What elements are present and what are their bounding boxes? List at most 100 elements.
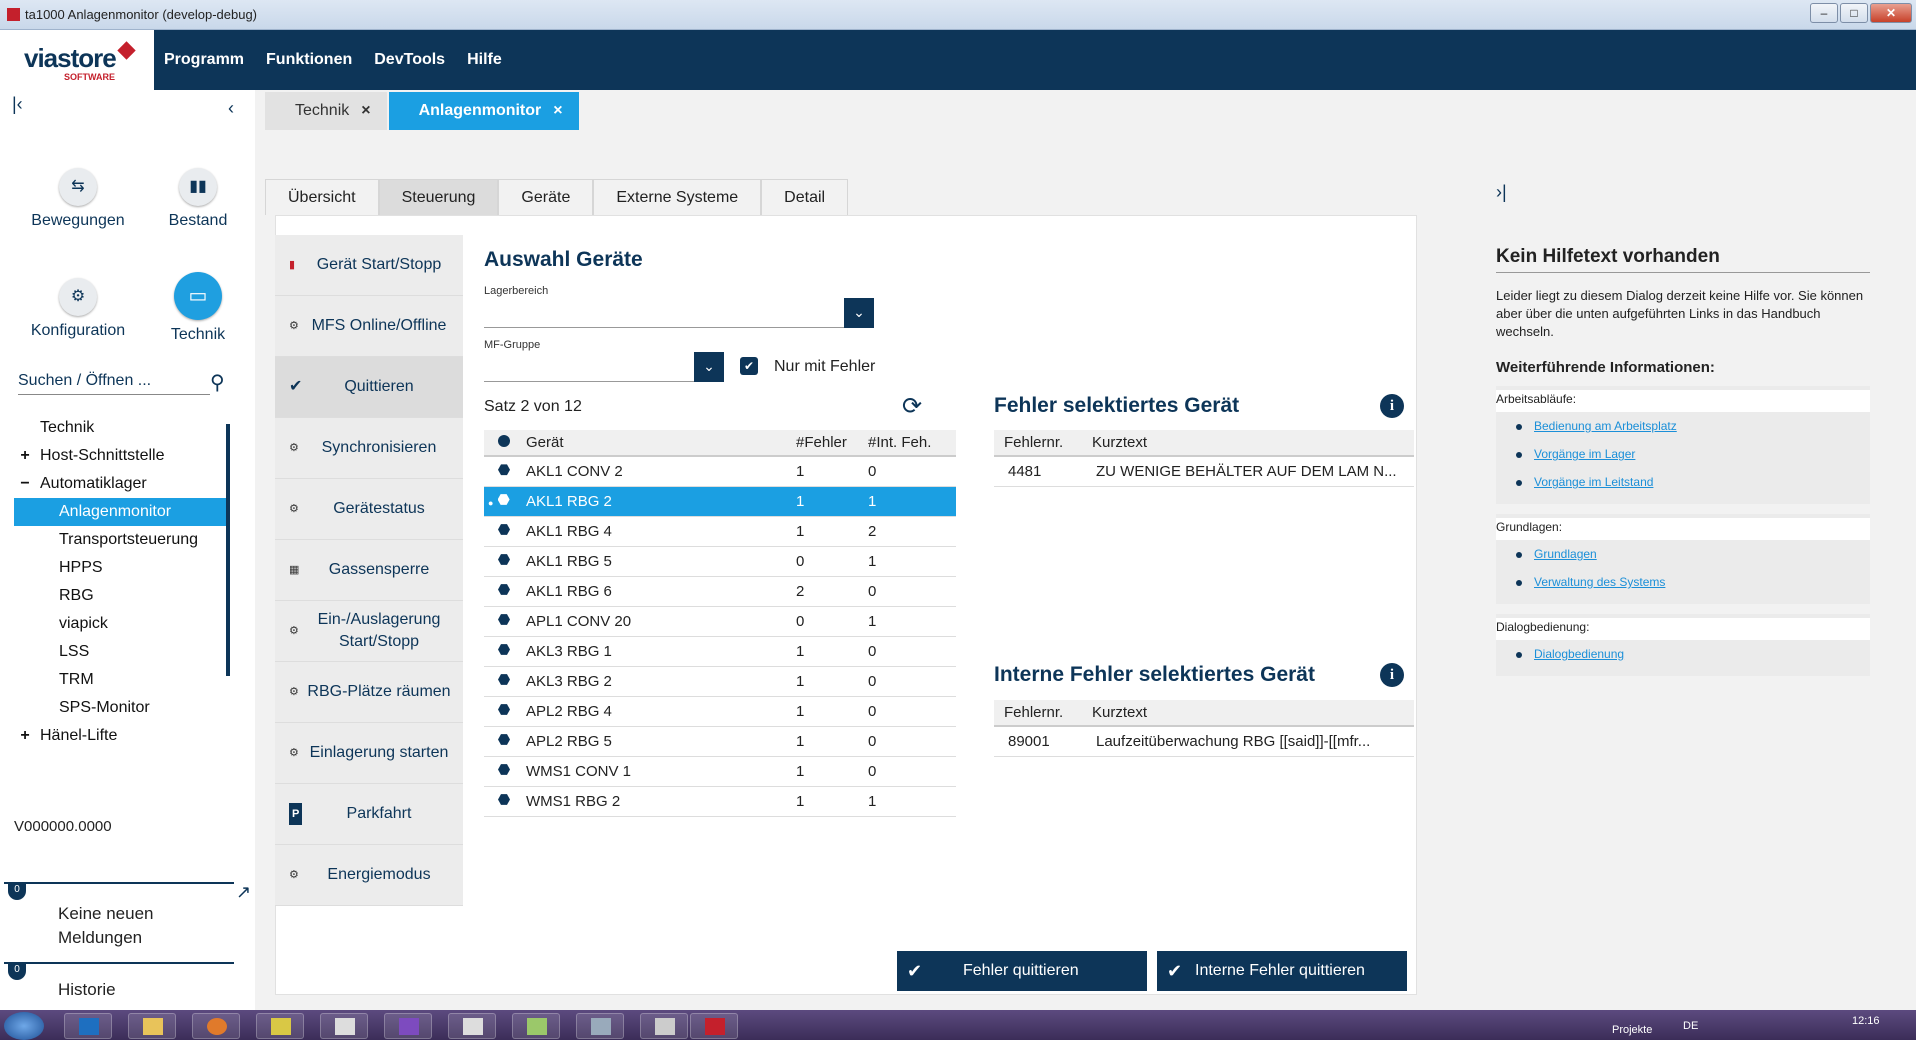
table-row[interactable]: APL2 RBG 510 — [484, 726, 956, 757]
taskbar-ta1000[interactable] — [690, 1013, 738, 1039]
nav-geraetestatus[interactable]: ⚙ Gerätestatus — [275, 479, 463, 540]
col-fehler[interactable]: #Fehler — [790, 430, 862, 457]
table-row[interactable]: 4481 ZU WENIGE BEHÄLTER AUF DEM LAM N... — [994, 456, 1414, 487]
taskbar-outlook[interactable] — [64, 1013, 112, 1039]
tree-expander[interactable]: + — [18, 722, 32, 750]
tree-item[interactable]: + Host-Schnittstelle — [14, 442, 228, 470]
tree-item[interactable]: − Automatiklager — [14, 470, 228, 498]
tile-technik[interactable]: ▭ Technik — [143, 272, 253, 344]
tree-expander[interactable]: + — [18, 442, 32, 470]
fehler-quittieren-button[interactable]: ✔ Fehler quittieren — [897, 951, 1147, 991]
taskbar-app[interactable] — [448, 1013, 496, 1039]
tree-item[interactable]: + Hänel-Lifte — [14, 722, 228, 750]
minimize-button[interactable]: ‒ — [1810, 3, 1838, 23]
taskbar-app[interactable] — [320, 1013, 368, 1039]
tree-item[interactable]: RBG — [14, 582, 228, 610]
tree-item[interactable]: Technik — [14, 414, 228, 442]
table-row[interactable]: 89001 Laufzeitüberwachung RBG [[said]]-[[… — [994, 726, 1414, 757]
help-link[interactable]: Verwaltung des Systems — [1516, 568, 1870, 596]
tile-bewegungen[interactable]: ⇆ Bewegungen — [23, 168, 133, 230]
taskbar-notepad[interactable] — [512, 1013, 560, 1039]
menu-funktionen[interactable]: Funktionen — [266, 51, 352, 69]
nav-quittieren[interactable]: ✔ Quittieren — [275, 357, 463, 418]
table-row[interactable]: APL1 CONV 20 0 1 — [484, 606, 956, 637]
info-icon[interactable]: i — [1380, 394, 1404, 418]
table-row[interactable]: WMS1 CONV 110 — [484, 756, 956, 787]
expand-arrow-icon[interactable]: ↗ — [236, 882, 251, 903]
refresh-icon[interactable]: ⟳ — [902, 392, 922, 421]
tree-scrollbar[interactable] — [226, 424, 230, 676]
nav-mfs-online-offline[interactable]: ⚙ MFS Online/Offline — [275, 296, 463, 357]
maximize-button[interactable]: □ — [1840, 3, 1868, 23]
nav-synchronisieren[interactable]: ⚙ Synchronisieren — [275, 418, 463, 479]
tab-externe-systeme[interactable]: Externe Systeme — [593, 179, 762, 215]
taskbar-visual-studio[interactable] — [384, 1013, 432, 1039]
help-link[interactable]: Grundlagen — [1516, 540, 1870, 568]
select-all-icon[interactable] — [484, 430, 520, 457]
table-row[interactable]: WMS1 RBG 211 — [484, 786, 956, 817]
tree-item[interactable]: LSS — [14, 638, 228, 666]
taskbar-firefox[interactable] — [192, 1013, 240, 1039]
tile-konfiguration[interactable]: ⚙ Konfiguration — [23, 278, 133, 340]
taskbar-tool[interactable] — [256, 1013, 304, 1039]
info-icon[interactable]: i — [1380, 663, 1404, 687]
tab-geraete[interactable]: Geräte — [498, 179, 594, 215]
help-link[interactable]: Vorgänge im Lager — [1516, 440, 1870, 468]
help-link[interactable]: Dialogbedienung — [1516, 640, 1870, 668]
col-fehlernr[interactable]: Fehlernr. — [994, 700, 1082, 727]
chevron-down-icon[interactable]: ⌄ — [844, 298, 874, 328]
table-row[interactable]: AKL1 RBG 501 — [484, 546, 956, 577]
close-button[interactable]: ✕ — [1870, 3, 1912, 23]
nav-parkfahrt[interactable]: P Parkfahrt — [275, 784, 463, 845]
nav-ein-auslagerung[interactable]: ⚙ Ein-/Auslagerung Start/Stopp — [275, 601, 463, 662]
collapse-all-icon[interactable]: |‹ — [12, 94, 23, 115]
menu-programm[interactable]: Programm — [164, 51, 244, 69]
col-fehlernr[interactable]: Fehlernr. — [994, 430, 1082, 457]
tree-expander[interactable]: − — [18, 470, 32, 498]
table-row[interactable]: AKL1 CONV 210 — [484, 456, 956, 487]
close-tab-icon[interactable]: × — [553, 102, 562, 119]
nav-rbg-plaetze-raeumen[interactable]: ⚙ RBG-Plätze räumen — [275, 662, 463, 723]
nav-geraet-start-stopp[interactable]: ▮ Gerät Start/Stopp — [275, 235, 463, 296]
table-row[interactable]: APL2 RBG 410 — [484, 696, 956, 727]
table-row[interactable]: AKL1 RBG 620 — [484, 576, 956, 607]
menu-hilfe[interactable]: Hilfe — [467, 51, 502, 69]
tile-bestand[interactable]: ▮▮ Bestand — [143, 168, 253, 230]
nur-mit-fehler-checkbox[interactable]: ✔ — [740, 357, 758, 375]
col-geraet[interactable]: Gerät — [520, 430, 790, 457]
table-row[interactable]: AKL3 RBG 210 — [484, 666, 956, 697]
taskbar-explorer[interactable] — [128, 1013, 176, 1039]
messages-panel[interactable]: 0 Keine neuen Meldungen ↗ — [4, 882, 251, 964]
tree-item[interactable]: SPS-Monitor — [14, 694, 228, 722]
collapse-help-icon[interactable]: ›| — [1496, 182, 1507, 203]
table-row[interactable]: AKL1 RBG 412 — [484, 516, 956, 547]
nav-energiemodus[interactable]: ⚙ Energiemodus — [275, 845, 463, 906]
tab-steuerung[interactable]: Steuerung — [378, 179, 499, 215]
table-row-selected[interactable]: ● AKL1 RBG 211 — [484, 486, 956, 517]
col-int-fehler[interactable]: #Int. Feh. — [862, 430, 956, 457]
interne-fehler-quittieren-button[interactable]: ✔ Interne Fehler quittieren — [1157, 951, 1407, 991]
help-link[interactable]: Vorgänge im Leitstand — [1516, 468, 1870, 496]
search-icon[interactable]: ⚲ — [210, 370, 225, 395]
tab-uebersicht[interactable]: Übersicht — [265, 179, 379, 215]
taskbar-app[interactable] — [576, 1013, 624, 1039]
tree-item[interactable]: viapick — [14, 610, 228, 638]
collapse-sidebar-icon[interactable]: ‹ — [228, 98, 234, 119]
start-button[interactable] — [4, 1012, 44, 1040]
tree-item[interactable]: HPPS — [14, 554, 228, 582]
lagerbereich-select[interactable]: ⌄ — [484, 298, 874, 328]
taskbar-projekte[interactable]: Projekte — [1612, 1024, 1652, 1036]
clock[interactable]: 12:16 — [1852, 1015, 1880, 1027]
language-indicator[interactable]: DE — [1683, 1020, 1698, 1032]
tree-item[interactable]: TRM — [14, 666, 228, 694]
search-input[interactable]: Suchen / Öffnen ... — [18, 372, 210, 395]
chevron-down-icon[interactable]: ⌄ — [694, 352, 724, 382]
tab-anlagenmonitor[interactable]: Anlagenmonitor × — [388, 92, 579, 130]
taskbar-app[interactable] — [640, 1013, 688, 1039]
col-kurztext[interactable]: Kurztext — [1082, 700, 1414, 727]
tab-detail[interactable]: Detail — [761, 179, 849, 215]
tab-technik[interactable]: Technik × — [265, 92, 387, 130]
close-tab-icon[interactable]: × — [361, 102, 370, 119]
nav-einlagerung-starten[interactable]: ⚙ Einlagerung starten — [275, 723, 463, 784]
table-row[interactable]: AKL3 RBG 110 — [484, 636, 956, 667]
